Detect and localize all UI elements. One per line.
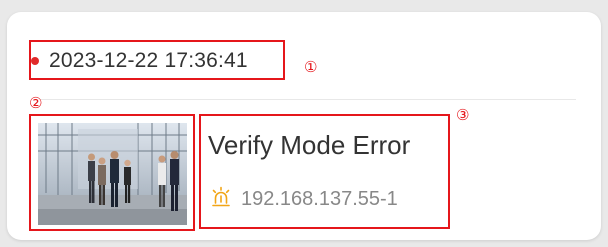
annotation-box-2 <box>29 114 195 231</box>
annotation-marker-1: ① <box>304 58 318 76</box>
annotation-box-3 <box>199 114 450 229</box>
annotation-marker-2: ② <box>29 94 43 112</box>
annotation-box-1 <box>29 40 285 80</box>
divider <box>40 99 576 100</box>
annotation-marker-3: ③ <box>456 106 470 124</box>
